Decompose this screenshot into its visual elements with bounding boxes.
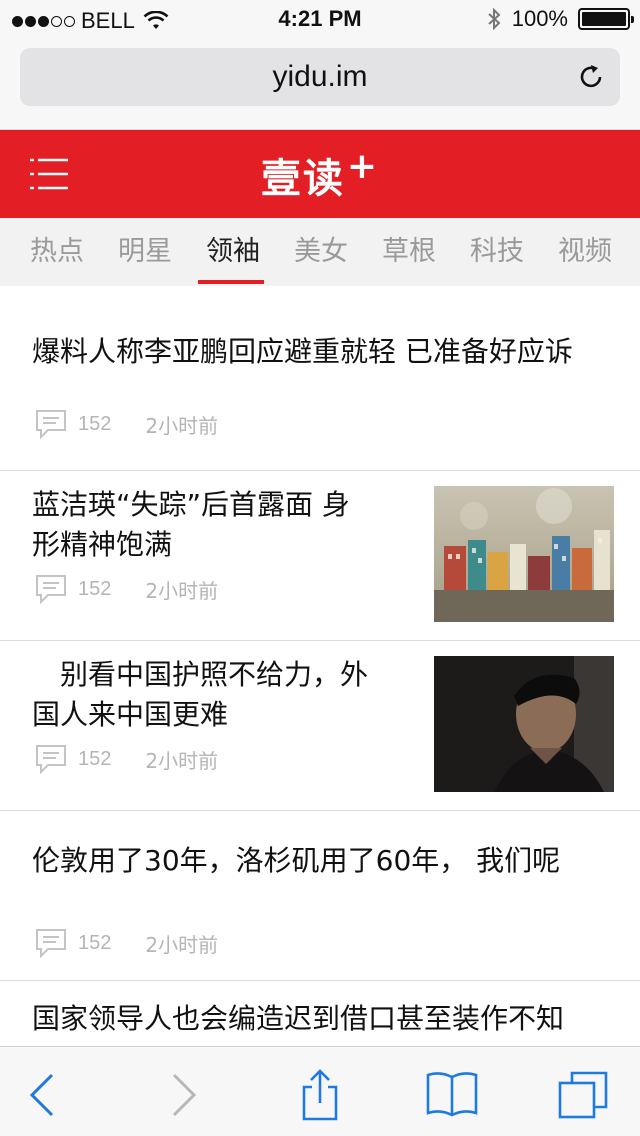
browser-chrome: yidu.im <box>0 40 640 130</box>
comment-icon <box>36 929 66 959</box>
status-right: 100% <box>486 6 634 32</box>
news-time: 2小时前 <box>145 578 219 603</box>
news-time: 2小时前 <box>145 932 219 957</box>
back-chevron-icon[interactable] <box>16 1067 72 1123</box>
news-title: 别看中国护照不给力，外 国人来中国更难 <box>32 658 369 731</box>
screen: BELL 4:21 PM 100% yidu.im 壹读+ 热点 明星 领袖 美… <box>0 0 640 1136</box>
brand-name: 壹读 <box>260 156 345 202</box>
news-time: 2小时前 <box>145 748 219 773</box>
news-meta: 152 2小时前 <box>34 927 218 959</box>
comment-icon <box>36 575 66 605</box>
tab-hot[interactable]: 热点 <box>22 218 92 286</box>
tab-grassroots[interactable]: 草根 <box>374 218 444 286</box>
tab-video[interactable]: 视频 <box>550 218 620 286</box>
battery-level <box>582 12 626 26</box>
battery-percentage: 100% <box>511 6 568 31</box>
browser-toolbar <box>0 1046 640 1136</box>
news-title: 伦敦用了30年，洛杉矶用了60年， 我们呢 <box>32 844 561 877</box>
tabs-icon[interactable] <box>556 1067 612 1123</box>
brand-plus: + <box>346 146 380 187</box>
reload-icon[interactable] <box>576 62 606 92</box>
active-tab-indicator <box>198 280 264 284</box>
news-title: 蓝洁瑛“失踪”后首露面 身 形精神饱满 <box>32 488 350 561</box>
category-tabs: 热点 明星 领袖 美女 草根 科技 视频 <box>0 218 640 286</box>
news-item[interactable]: 别看中国护照不给力，外 国人来中国更难 152 2小时前 <box>0 641 640 811</box>
tab-stars[interactable]: 明星 <box>110 218 180 286</box>
share-icon[interactable] <box>292 1067 348 1123</box>
bookmarks-icon[interactable] <box>424 1067 480 1123</box>
news-meta: 152 2小时前 <box>34 408 218 440</box>
comment-count: 152 <box>78 412 112 435</box>
news-item[interactable]: 伦敦用了30年，洛杉矶用了60年， 我们呢 152 2小时前 <box>0 811 640 981</box>
news-title: 国家领导人也会编造迟到借口甚至装作不知 <box>32 1002 565 1035</box>
comment-count: 152 <box>78 931 112 954</box>
comment-icon <box>36 410 66 440</box>
news-item[interactable]: 蓝洁瑛“失踪”后首露面 身 形精神饱满 152 2小时前 <box>0 471 640 641</box>
forward-chevron-icon[interactable] <box>152 1067 208 1123</box>
news-thumbnail <box>434 656 614 792</box>
news-time: 2小时前 <box>145 413 219 438</box>
app-header: 壹读+ <box>0 130 640 218</box>
bluetooth-icon <box>488 7 501 31</box>
tab-leaders[interactable]: 领袖 <box>198 218 268 286</box>
tab-beauty[interactable]: 美女 <box>286 218 356 286</box>
tab-tech[interactable]: 科技 <box>462 218 532 286</box>
battery-icon <box>578 8 634 30</box>
status-bar: BELL 4:21 PM 100% <box>0 0 640 40</box>
address-bar[interactable]: yidu.im <box>20 48 620 106</box>
news-item[interactable]: 爆料人称李亚鹏回应避重就轻 已准备好应诉 152 2小时前 <box>0 286 640 471</box>
news-title: 爆料人称李亚鹏回应避重就轻 已准备好应诉 <box>32 335 573 368</box>
comment-icon <box>36 745 66 775</box>
brand-logo: 壹读+ <box>0 146 640 204</box>
url-text: yidu.im <box>272 60 368 93</box>
news-meta: 152 2小时前 <box>34 573 218 605</box>
comment-count: 152 <box>78 747 112 770</box>
news-thumbnail <box>434 486 614 622</box>
comment-count: 152 <box>78 577 112 600</box>
news-meta: 152 2小时前 <box>34 743 218 775</box>
